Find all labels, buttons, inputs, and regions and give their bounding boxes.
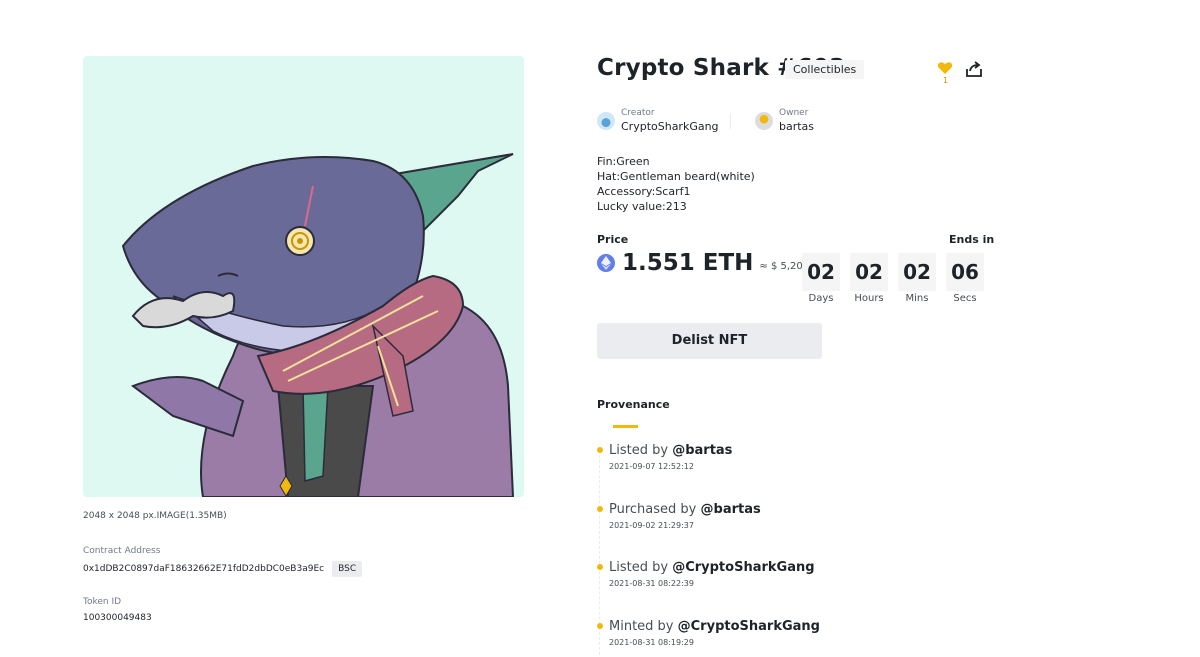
category-badge[interactable]: Collectibles	[785, 60, 865, 79]
timeline-dot	[597, 506, 603, 512]
nft-artwork[interactable]	[83, 56, 524, 497]
provenance-item: Purchased by @bartas 2021-09-02 21:29:37	[597, 502, 761, 530]
provenance-time: 2021-09-07 12:52:12	[609, 462, 694, 471]
contract-address[interactable]: 0x1dDB2C0897daF18632662E71fdD2dbDC0eB3a9…	[83, 564, 324, 574]
countdown-hours: 02 Hours	[850, 253, 888, 304]
provenance-item: Minted by @CryptoSharkGang 2021-08-31 08…	[597, 619, 820, 647]
owner-name[interactable]: bartas	[779, 120, 814, 133]
provenance-user[interactable]: @bartas	[672, 443, 732, 458]
chain-badge: BSC	[332, 561, 363, 577]
owner-avatar	[755, 111, 773, 130]
tab-indicator	[613, 425, 638, 428]
creator-name[interactable]: CryptoSharkGang	[621, 120, 719, 133]
attribute-item: Hat:Gentleman beard(white)	[597, 170, 755, 183]
token-id-label: Token ID	[83, 597, 122, 607]
countdown-value: 02	[850, 253, 888, 291]
divider	[730, 113, 731, 129]
timeline-dot	[597, 447, 603, 453]
countdown-days: 02 Days	[802, 253, 840, 304]
token-id: 100300049483	[83, 613, 152, 623]
countdown-value: 02	[898, 253, 936, 291]
owner-label: Owner	[779, 108, 809, 118]
ends-in-label: Ends in	[949, 233, 995, 246]
creator-info[interactable]: Creator CryptoSharkGang	[597, 108, 719, 133]
countdown-unit: Hours	[854, 293, 884, 304]
countdown-value: 02	[802, 253, 840, 291]
timeline-dot	[597, 623, 603, 629]
provenance-time: 2021-09-02 21:29:37	[609, 521, 694, 530]
provenance-action: Listed by	[609, 443, 669, 458]
provenance-action: Purchased by	[609, 502, 697, 517]
countdown-unit: Days	[808, 293, 834, 304]
provenance-item: Listed by @bartas 2021-09-07 12:52:12	[597, 443, 732, 471]
attribute-item: Lucky value:213	[597, 200, 687, 213]
provenance-time: 2021-08-31 08:19:29	[609, 638, 694, 647]
price-row: 1.551 ETH ≈ $ 5,202.52	[597, 250, 825, 276]
image-dimensions: 2048 x 2048 px.IMAGE(1.35MB)	[83, 511, 227, 521]
timeline-dot	[597, 564, 603, 570]
heart-icon	[937, 62, 953, 74]
provenance-user[interactable]: @CryptoSharkGang	[672, 560, 814, 575]
provenance-item: Listed by @CryptoSharkGang 2021-08-31 08…	[597, 560, 815, 588]
provenance-label[interactable]: Provenance	[597, 398, 670, 411]
share-icon	[966, 61, 982, 77]
countdown-secs: 06 Secs	[946, 253, 984, 304]
provenance-user[interactable]: @bartas	[701, 502, 761, 517]
countdown-value: 06	[946, 253, 984, 291]
like-count: 1	[943, 76, 949, 85]
owner-info[interactable]: Owner bartas	[755, 108, 814, 133]
creator-label: Creator	[621, 108, 655, 118]
ethereum-icon	[597, 254, 615, 272]
contract-address-label: Contract Address	[83, 546, 161, 556]
contract-address-row: 0x1dDB2C0897daF18632662E71fdD2dbDC0eB3a9…	[83, 561, 363, 577]
provenance-time: 2021-08-31 08:22:39	[609, 579, 694, 588]
attribute-item: Accessory:Scarf1	[597, 185, 691, 198]
shark-illustration	[121, 153, 515, 497]
countdown-mins: 02 Mins	[898, 253, 936, 304]
delist-nft-button[interactable]: Delist NFT	[597, 323, 822, 359]
countdown-unit: Mins	[905, 293, 929, 304]
countdown-unit: Secs	[953, 293, 977, 304]
provenance-user[interactable]: @CryptoSharkGang	[678, 619, 820, 634]
attribute-item: Fin:Green	[597, 155, 650, 168]
provenance-action: Listed by	[609, 560, 669, 575]
price-value: 1.551 ETH	[622, 250, 754, 276]
price-label: Price	[597, 233, 629, 246]
share-button[interactable]	[965, 60, 985, 80]
creator-avatar	[597, 111, 615, 130]
provenance-action: Minted by	[609, 619, 674, 634]
attributes-list: Fin:Green Hat:Gentleman beard(white) Acc…	[597, 154, 755, 214]
